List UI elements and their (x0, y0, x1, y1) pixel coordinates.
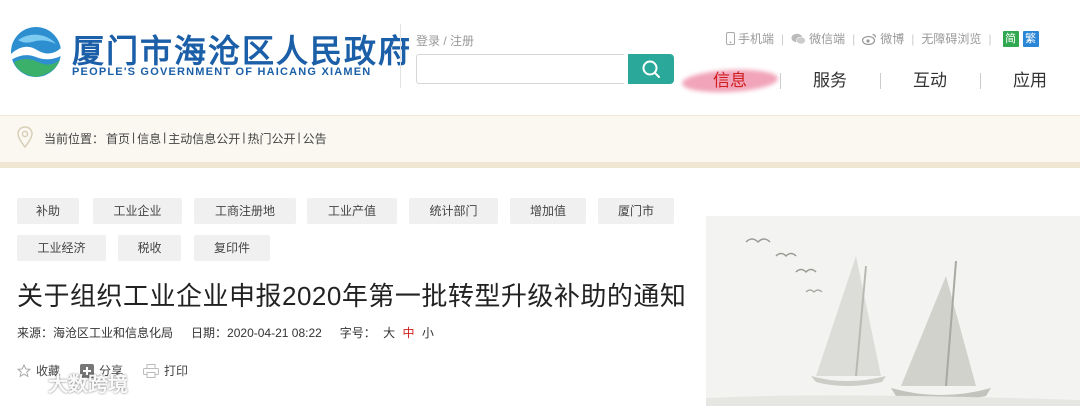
simplified-chinese-button[interactable]: 简 (1002, 30, 1019, 47)
font-size-control: 字号： 大 中 小 (340, 324, 434, 341)
breadcrumb-separator: | (163, 130, 167, 144)
tag-industrial-economy[interactable]: 工业经济 (17, 235, 106, 261)
wechat-icon (791, 33, 806, 44)
accessibility-link[interactable]: 无障碍浏览 (921, 30, 981, 47)
article-title: 关于组织工业企业申报2020年第一批转型升级补助的通知 (17, 281, 687, 311)
font-size-small-button[interactable]: 小 (422, 326, 434, 340)
date-label: 日期： (191, 326, 228, 340)
location-pin-icon (17, 126, 33, 148)
toplink-separator: | (988, 31, 992, 46)
search-icon (642, 60, 660, 78)
tag-tax[interactable]: 税收 (118, 235, 181, 261)
nav-item-info[interactable]: 信息 (680, 66, 780, 96)
print-button[interactable]: 打印 (143, 362, 188, 379)
article-area: 补助 工业企业 工商注册地 工业产值 统计部门 增加值 厦门市 工业经济 税收 … (0, 172, 1080, 406)
sailboat-illustration-icon (706, 216, 1080, 406)
weibo-link[interactable]: 微博 (862, 30, 904, 47)
watermark-text: 大数跨境 (48, 374, 128, 396)
breadcrumb-separator: | (297, 130, 301, 144)
tag-industrial-output[interactable]: 工业产值 (307, 198, 397, 224)
date-value: 2020-04-21 08:22 (227, 326, 322, 340)
tag-subsidy[interactable]: 补助 (17, 198, 79, 224)
tag-photocopy[interactable]: 复印件 (194, 235, 270, 261)
nav-item-interaction[interactable]: 互动 (880, 66, 980, 96)
tag-statistics-dept[interactable]: 统计部门 (409, 198, 498, 224)
mobile-link[interactable]: 手机端 (726, 30, 774, 47)
haicang-logo-icon[interactable] (10, 26, 62, 78)
breadcrumb-item-active-disclosure[interactable]: 主动信息公开 (168, 130, 240, 147)
mobile-link-label: 手机端 (738, 32, 775, 46)
site-header: 厦门市海沧区人民政府 PEOPLE'S GOVERNMENT OF HAICAN… (0, 0, 1080, 112)
font-size-large-button[interactable]: 大 (383, 326, 395, 340)
breadcrumb-separator: | (242, 130, 246, 144)
article-date: 日期：2020-04-21 08:22 (191, 324, 322, 341)
breadcrumb-item-hot-disclosure[interactable]: 热门公开 (247, 130, 295, 147)
top-links: 手机端 | 微信端 | 微博 | 无障碍浏览 | 简 繁 (726, 30, 1039, 47)
nav-item-apps[interactable]: 应用 (980, 66, 1080, 96)
login-register-link[interactable]: 登录 / 注册 (416, 32, 474, 49)
wechat-link-label: 微信端 (809, 32, 846, 46)
breadcrumb-separator: | (132, 130, 136, 144)
traditional-chinese-button[interactable]: 繁 (1022, 30, 1039, 47)
tag-xiamen[interactable]: 厦门市 (598, 198, 674, 224)
search-input[interactable] (416, 54, 624, 84)
tag-industrial-enterprise[interactable]: 工业企业 (93, 198, 182, 224)
search-button[interactable] (628, 54, 674, 84)
tag-business-registration[interactable]: 工商注册地 (194, 198, 296, 224)
article-meta: 来源：海沧区工业和信息化局 日期：2020-04-21 08:22 字号： 大 … (17, 324, 452, 341)
source-value: 海沧区工业和信息化局 (53, 326, 174, 340)
weibo-link-label: 微博 (880, 32, 905, 46)
breadcrumb-bar: 当前位置： 首页 | 信息 | 主动信息公开 | 热门公开 | 公告 (0, 115, 1080, 168)
source-label: 来源： (17, 326, 54, 340)
watermark-logo-icon (4, 374, 44, 391)
print-label: 打印 (164, 364, 189, 378)
nav-item-services[interactable]: 服务 (780, 66, 880, 96)
wechat-link[interactable]: 微信端 (791, 30, 845, 47)
font-size-medium-button[interactable]: 中 (403, 326, 415, 340)
breadcrumb-prefix: 当前位置： (44, 132, 105, 146)
breadcrumb: 当前位置： 首页 | 信息 | 主动信息公开 | 热门公开 | 公告 (44, 130, 329, 147)
main-nav: 信息 服务 互动 应用 (680, 66, 1080, 96)
sailboat-background-image (706, 216, 1080, 406)
toplink-separator: | (852, 31, 856, 46)
breadcrumb-item-notice[interactable]: 公告 (303, 130, 327, 147)
breadcrumb-item-info[interactable]: 信息 (137, 130, 161, 147)
font-size-label: 字号： (339, 326, 376, 340)
breadcrumb-item-home[interactable]: 首页 (106, 130, 130, 147)
toplink-separator: | (911, 31, 915, 46)
watermark: 大数跨境 (4, 368, 128, 397)
site-subtitle: PEOPLE'S GOVERNMENT OF HAICANG XIAMEN (72, 66, 372, 78)
weibo-icon (862, 33, 877, 45)
tag-value-added[interactable]: 增加值 (510, 198, 586, 224)
mobile-icon (726, 32, 735, 45)
toplink-separator: | (781, 31, 785, 46)
printer-icon (143, 363, 160, 378)
article-source: 来源：海沧区工业和信息化局 (17, 324, 173, 341)
header-divider (400, 24, 401, 88)
